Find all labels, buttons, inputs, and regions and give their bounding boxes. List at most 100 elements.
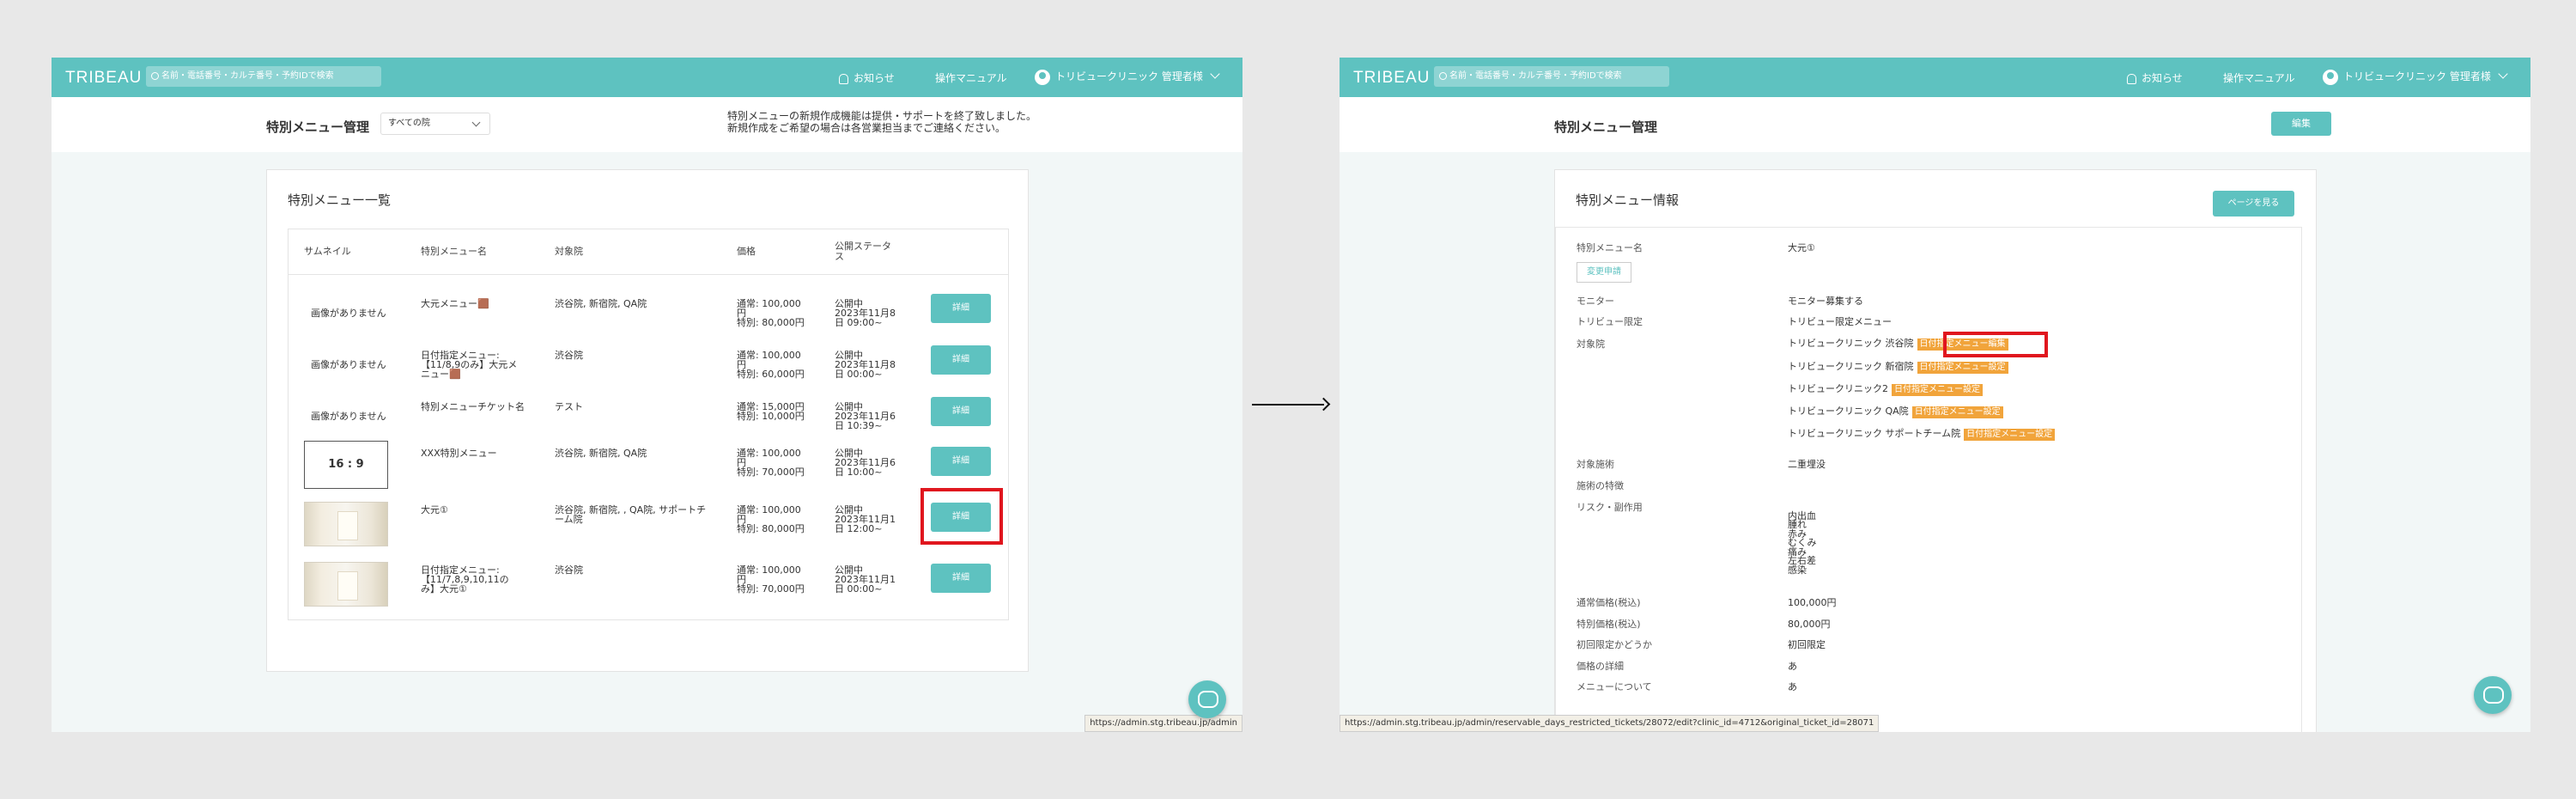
arrow-head-icon <box>1316 397 1331 412</box>
logo[interactable]: TRIBEAU <box>1353 69 1430 88</box>
thumbnail-placeholder: 画像がありません <box>311 411 386 422</box>
clinics: テスト <box>555 402 583 412</box>
field-label: 対象施術 <box>1577 459 1614 470</box>
manual-link[interactable]: 操作マニュアル <box>935 70 1007 85</box>
thumbnail-image <box>304 562 388 607</box>
clinics-line: テスト <box>555 401 583 412</box>
logo[interactable]: TRIBEAU <box>65 69 142 88</box>
status-bar-url: https://admin.stg.tribeau.jp/admin <box>1084 715 1242 732</box>
menu-name[interactable]: 日付指定メニュー: 【11/7,8,9,10,11の み】大元① <box>421 565 509 594</box>
field-value: 100,000円 <box>1788 597 1837 608</box>
clinic-name: トリビュークリニック サポートチーム院 <box>1788 428 1961 439</box>
highlight-box <box>920 488 1003 545</box>
field-label: 特別メニュー名 <box>1577 242 1643 253</box>
highlight-box <box>1943 332 2048 357</box>
column-header: 公開ステータス <box>835 241 891 262</box>
chat-icon[interactable] <box>2474 676 2512 714</box>
clinics-line: 渋谷院 <box>555 564 583 576</box>
divider <box>289 274 1008 275</box>
change-request-button[interactable]: 変更申請 <box>1577 262 1631 283</box>
date-menu-tag[interactable]: 日付指定メニュー設定 <box>1911 406 2003 418</box>
card-title: 特別メニュー情報 <box>1576 192 1680 208</box>
clinics: 渋谷院, 新宿院, , QA院, サポートチ ーム院 <box>555 505 706 524</box>
price-line: 特別: 10,000円 <box>737 411 805 422</box>
field-label: トリビュー限定 <box>1577 316 1643 327</box>
avatar-icon <box>1035 69 1050 85</box>
clinic-select[interactable]: すべての院 <box>380 113 490 135</box>
field-value: モニター募集する <box>1788 296 1863 307</box>
clinic-row: トリビュークリニック サポートチーム院 日付指定メニュー設定 <box>1788 428 2056 441</box>
column-header: 対象院 <box>555 246 583 257</box>
search-input[interactable]: 名前・電話番号・カルテ番号・予約IDで検索 <box>1434 66 1669 87</box>
chat-icon[interactable] <box>1188 680 1226 718</box>
search-icon <box>151 71 159 80</box>
manual-link[interactable]: 操作マニュアル <box>2223 70 2295 85</box>
price-line: 特別: 70,000円 <box>737 583 805 595</box>
menu-table: サムネイル 特別メニュー名 対象院 価格 公開ステータス 画像がありません 大元… <box>288 229 1009 620</box>
date-menu-tag[interactable]: 日付指定メニュー設定 <box>1892 384 1983 396</box>
clinic-row: トリビュークリニック 新宿院 日付指定メニュー設定 <box>1788 362 2008 374</box>
clinic-name: トリビュークリニック 新宿院 <box>1788 361 1914 372</box>
screenshot-list: TRIBEAU 名前・電話番号・カルテ番号・予約IDで検索 お知らせ 操作マニュ… <box>52 58 1242 732</box>
notice-line: 特別メニューの新規作成機能は提供・サポートを終了致しました。 <box>727 110 1037 122</box>
detail-button[interactable]: 詳細 <box>931 397 991 426</box>
search-placeholder: 名前・電話番号・カルテ番号・予約IDで検索 <box>161 71 334 81</box>
edit-button[interactable]: 編集 <box>2271 112 2331 136</box>
status-line: 日 12:00~ <box>835 523 883 534</box>
status-line: 日 10:39~ <box>835 420 883 431</box>
status: 公開中 2023年11月8 日 00:00~ <box>835 351 896 379</box>
chevron-down-icon <box>471 118 481 127</box>
menu-name[interactable]: 日付指定メニュー: 【11/8,9のみ】大元メ ニュー🟫 <box>421 351 517 379</box>
price-line: 通常: 100,000 <box>737 298 801 309</box>
status-line: 日 10:00~ <box>835 467 883 478</box>
detail-button[interactable]: 詳細 <box>931 345 991 375</box>
status-line: 日 00:00~ <box>835 369 883 380</box>
status-bar-url: https://admin.stg.tribeau.jp/admin/reser… <box>1340 715 1880 732</box>
menu-name[interactable]: XXX特別メニュー <box>421 448 497 458</box>
field-label: 対象院 <box>1577 339 1605 350</box>
price: 通常: 100,000 円特別: 80,000円 <box>737 505 805 534</box>
clinics: 渋谷院 <box>555 351 583 360</box>
detail-button[interactable]: 詳細 <box>931 564 991 593</box>
menu-name[interactable]: 大元① <box>421 505 448 515</box>
search-input[interactable]: 名前・電話番号・カルテ番号・予約IDで検索 <box>146 66 381 87</box>
field-value: 二重埋没 <box>1788 459 1826 470</box>
bell-icon <box>2127 73 2136 84</box>
user-menu[interactable]: トリビュークリニック 管理者様 <box>2323 69 2508 85</box>
thumbnail-image <box>304 502 388 546</box>
user-menu[interactable]: トリビュークリニック 管理者様 <box>1035 69 1220 85</box>
menu-name-line: ニュー🟫 <box>421 369 461 380</box>
status: 公開中 2023年11月1 日 12:00~ <box>835 505 896 534</box>
notice-text: 特別メニューの新規作成機能は提供・サポートを終了致しました。 新規作成をご希望の場… <box>727 110 1036 134</box>
search-icon <box>1439 71 1447 80</box>
risk-item: 感染 <box>1788 564 1807 576</box>
price-line: 特別: 80,000円 <box>737 523 805 534</box>
detail-button[interactable]: 詳細 <box>931 447 991 476</box>
clinics: 渋谷院, 新宿院, QA院 <box>555 299 647 308</box>
date-menu-tag[interactable]: 日付指定メニュー設定 <box>1917 362 2008 374</box>
notice-label: お知らせ <box>2142 72 2183 84</box>
clinic-name: トリビュークリニック QA院 <box>1788 406 1909 417</box>
price: 通常: 100,000 円特別: 80,000円 <box>737 299 805 327</box>
clinic-select-value: すべての院 <box>388 119 430 128</box>
user-name: トリビュークリニック 管理者様 <box>1055 70 1203 82</box>
table-row: 画像がありません 大元メニュー🟫 渋谷院, 新宿院, QA院 通常: 100,0… <box>289 277 1008 328</box>
view-page-button[interactable]: ページを見る <box>2213 191 2294 217</box>
notice-link[interactable]: お知らせ <box>839 70 895 85</box>
clinic-row: トリビュークリニック QA院 日付指定メニュー設定 <box>1788 406 2003 418</box>
detail-button[interactable]: 詳細 <box>931 294 991 323</box>
date-menu-tag[interactable]: 日付指定メニュー設定 <box>1964 429 2056 441</box>
user-name: トリビュークリニック 管理者様 <box>2343 70 2491 82</box>
notice-link[interactable]: お知らせ <box>2127 70 2183 85</box>
menu-name-line: XXX特別メニュー <box>421 448 497 459</box>
table-row: 大元① 渋谷院, 新宿院, , QA院, サポートチ ーム院 通常: 100,00… <box>289 488 1008 546</box>
status-line: 日 09:00~ <box>835 317 883 328</box>
card-title: 特別メニュー一覧 <box>288 192 392 208</box>
clinics-line: ーム院 <box>555 514 583 525</box>
thumbnail-placeholder: 画像がありません <box>311 308 386 319</box>
price: 通常: 100,000 円特別: 70,000円 <box>737 448 805 477</box>
table-row: 画像がありません 特別メニューチケット名 テスト 通常: 15,000円 特別: … <box>289 380 1008 431</box>
menu-name[interactable]: 特別メニューチケット名 <box>421 402 525 412</box>
table-row: 16 : 9 XXX特別メニュー 渋谷院, 新宿院, QA院 通常: 100,0… <box>289 431 1008 489</box>
menu-name[interactable]: 大元メニュー🟫 <box>421 299 489 308</box>
